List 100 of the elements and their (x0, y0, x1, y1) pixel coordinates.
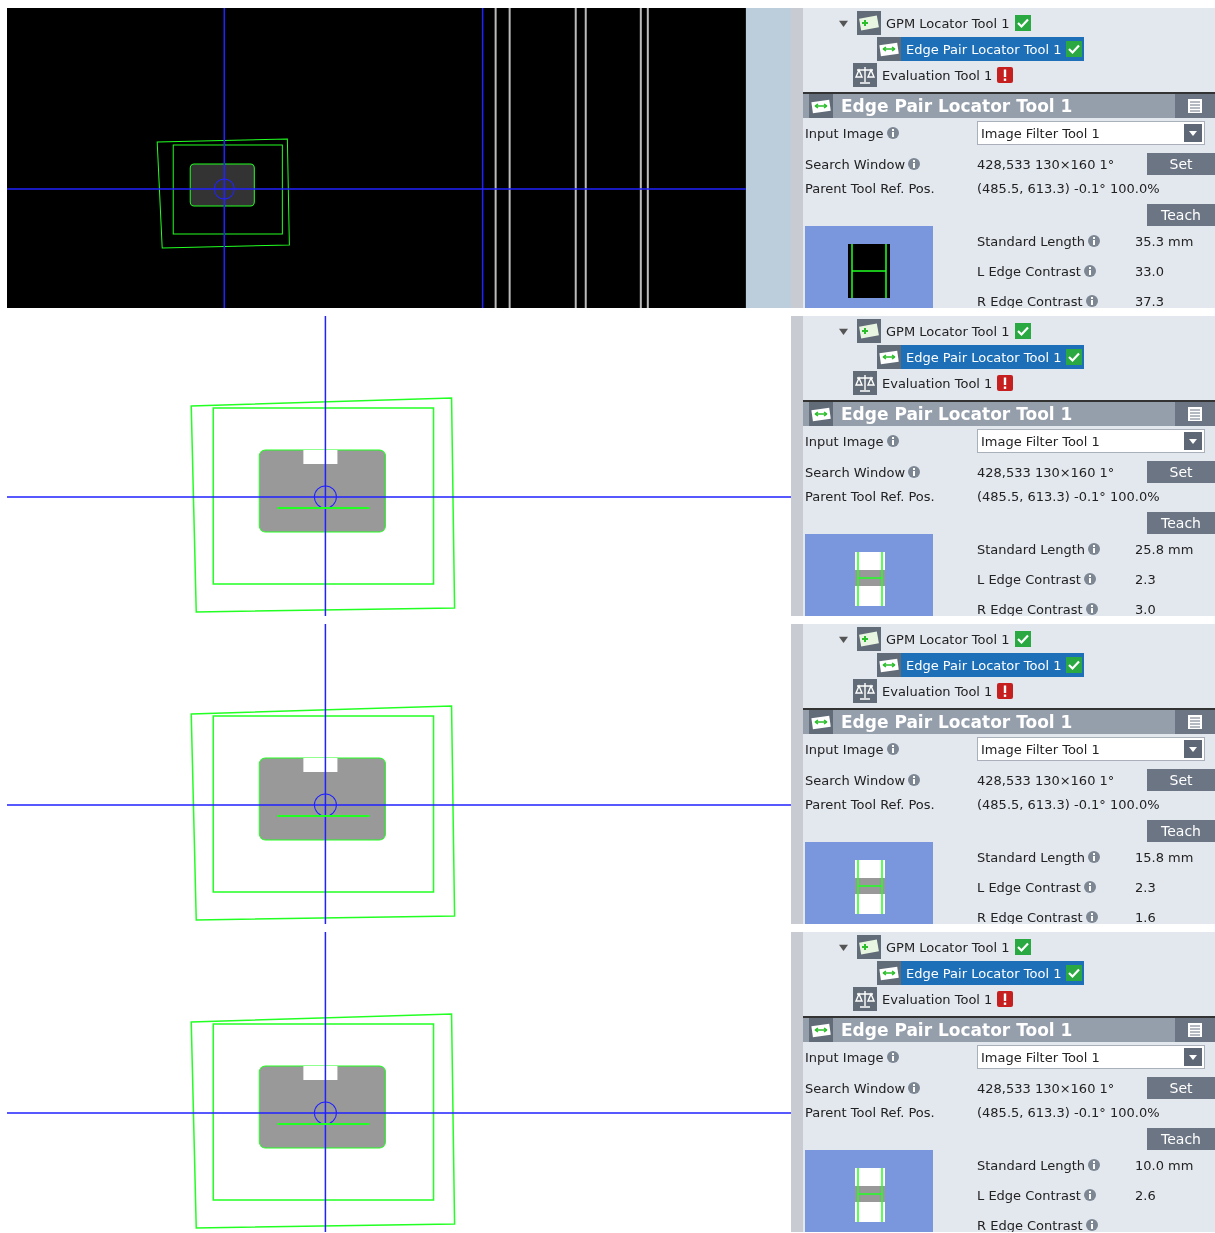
param-label: R Edge Contrast (977, 909, 1135, 924)
tree-item[interactable]: Edge Pair Locator Tool 1 (877, 37, 1085, 61)
tree-item[interactable]: Evaluation Tool 1 (853, 371, 1016, 395)
balance-scale-icon (853, 679, 877, 703)
param-label: R Edge Contrast (977, 601, 1135, 616)
field-label: Parent Tool Ref. Pos. (805, 488, 936, 504)
info-icon[interactable] (886, 435, 899, 447)
param-value: 37.3 (1135, 293, 1165, 308)
locator-icon (857, 627, 881, 651)
info-icon[interactable] (908, 774, 921, 786)
info-icon[interactable] (886, 127, 899, 139)
teach-button[interactable]: Teach (1147, 204, 1215, 226)
tree-item[interactable]: Edge Pair Locator Tool 1 (877, 653, 1085, 677)
set-button[interactable]: Set (1147, 153, 1215, 175)
input-image-dropdown[interactable]: Image Filter Tool 1 (977, 737, 1205, 761)
field-label: Input Image (805, 1049, 977, 1065)
dropdown-caret-icon (1184, 1048, 1202, 1066)
info-icon[interactable] (1085, 603, 1098, 615)
set-button[interactable]: Set (1147, 1077, 1215, 1099)
param-value: 2.3 (1135, 571, 1157, 587)
param-label: R Edge Contrast (977, 293, 1135, 308)
locator-icon (857, 11, 881, 35)
teach-button[interactable]: Teach (1147, 1128, 1215, 1150)
info-icon[interactable] (1085, 911, 1098, 923)
tree-item[interactable]: GPM Locator Tool 1 (857, 319, 1033, 343)
field-label: Search Window (805, 464, 977, 480)
list-menu-button[interactable] (1175, 1018, 1215, 1042)
list-menu-button[interactable] (1175, 710, 1215, 734)
field-label: Search Window (805, 1080, 977, 1096)
tree-item[interactable]: Evaluation Tool 1 (853, 987, 1016, 1011)
param-label: Standard Length (977, 1157, 1135, 1173)
tree-item[interactable]: Evaluation Tool 1 (853, 679, 1016, 703)
tree-item[interactable]: Edge Pair Locator Tool 1 (877, 961, 1085, 985)
tree-item[interactable]: GPM Locator Tool 1 (857, 627, 1033, 651)
edge-pair-icon (809, 710, 833, 734)
field-label: Input Image (805, 433, 977, 449)
field-label: Parent Tool Ref. Pos. (805, 796, 936, 812)
info-icon[interactable] (1083, 265, 1096, 277)
param-label: L Edge Contrast (977, 1187, 1135, 1203)
info-icon[interactable] (1088, 543, 1101, 555)
input-image-dropdown[interactable]: Image Filter Tool 1 (977, 429, 1205, 453)
info-icon[interactable] (908, 466, 921, 478)
list-menu-button[interactable] (1175, 94, 1215, 118)
collapse-caret-icon[interactable] (839, 326, 848, 336)
info-icon[interactable] (908, 158, 921, 170)
input-image-dropdown[interactable]: Image Filter Tool 1 (977, 1045, 1205, 1069)
dropdown-caret-icon (1184, 124, 1202, 142)
balance-scale-icon (853, 63, 877, 87)
edge-pair-icon (809, 94, 833, 118)
balance-scale-icon (853, 987, 877, 1011)
collapse-caret-icon[interactable] (839, 634, 848, 644)
tree-item[interactable]: GPM Locator Tool 1 (857, 935, 1033, 959)
param-value: 2.6 (1135, 1187, 1157, 1203)
list-icon (1187, 406, 1203, 422)
set-button[interactable]: Set (1147, 461, 1215, 483)
list-icon (1187, 1022, 1203, 1038)
param-label: Standard Length (977, 541, 1135, 557)
list-menu-button[interactable] (1175, 402, 1215, 426)
balance-scale-icon (853, 371, 877, 395)
info-icon[interactable] (1085, 295, 1098, 307)
info-icon[interactable] (886, 743, 899, 755)
field-label: Parent Tool Ref. Pos. (805, 180, 936, 196)
edge-pair-icon (809, 402, 833, 426)
edge-pair-icon (877, 37, 901, 61)
param-value: 35.3 mm (1135, 233, 1195, 249)
collapse-caret-icon[interactable] (839, 942, 848, 952)
locator-icon (857, 935, 881, 959)
edge-pair-icon (809, 1018, 833, 1042)
field-value: (485.5, 613.3) -0.1° 100.0% (977, 1104, 1160, 1120)
tree-item[interactable]: Edge Pair Locator Tool 1 (877, 345, 1085, 369)
input-image-dropdown[interactable]: Image Filter Tool 1 (977, 121, 1205, 145)
info-icon[interactable] (1088, 1159, 1101, 1171)
teach-button[interactable]: Teach (1147, 820, 1215, 842)
field-value: 428,533 130×160 1° (977, 1080, 1116, 1096)
param-value: 3.0 (1135, 601, 1157, 616)
info-icon[interactable] (908, 1082, 921, 1094)
panel-title: Edge Pair Locator Tool 1 (841, 96, 1074, 116)
field-value: 428,533 130×160 1° (977, 772, 1116, 788)
info-icon[interactable] (1088, 235, 1101, 247)
tree-item[interactable]: Evaluation Tool 1 (853, 63, 1016, 87)
info-icon[interactable] (1083, 881, 1096, 893)
param-label: Standard Length (977, 849, 1135, 865)
info-icon[interactable] (886, 1051, 899, 1063)
param-value: 2.3 (1135, 879, 1157, 895)
edge-pair-icon (877, 961, 901, 985)
info-icon[interactable] (1088, 851, 1101, 863)
field-label: Search Window (805, 156, 977, 172)
dropdown-caret-icon (1184, 740, 1202, 758)
locator-icon (857, 319, 881, 343)
param-value: 33.0 (1135, 263, 1165, 279)
info-icon[interactable] (1083, 573, 1096, 585)
tree-item[interactable]: GPM Locator Tool 1 (857, 11, 1033, 35)
edge-pair-icon (877, 653, 901, 677)
teach-button[interactable]: Teach (1147, 512, 1215, 534)
param-label: L Edge Contrast (977, 879, 1135, 895)
collapse-caret-icon[interactable] (839, 18, 848, 28)
param-label: L Edge Contrast (977, 571, 1135, 587)
info-icon[interactable] (1083, 1189, 1096, 1201)
info-icon[interactable] (1085, 1219, 1098, 1231)
set-button[interactable]: Set (1147, 769, 1215, 791)
